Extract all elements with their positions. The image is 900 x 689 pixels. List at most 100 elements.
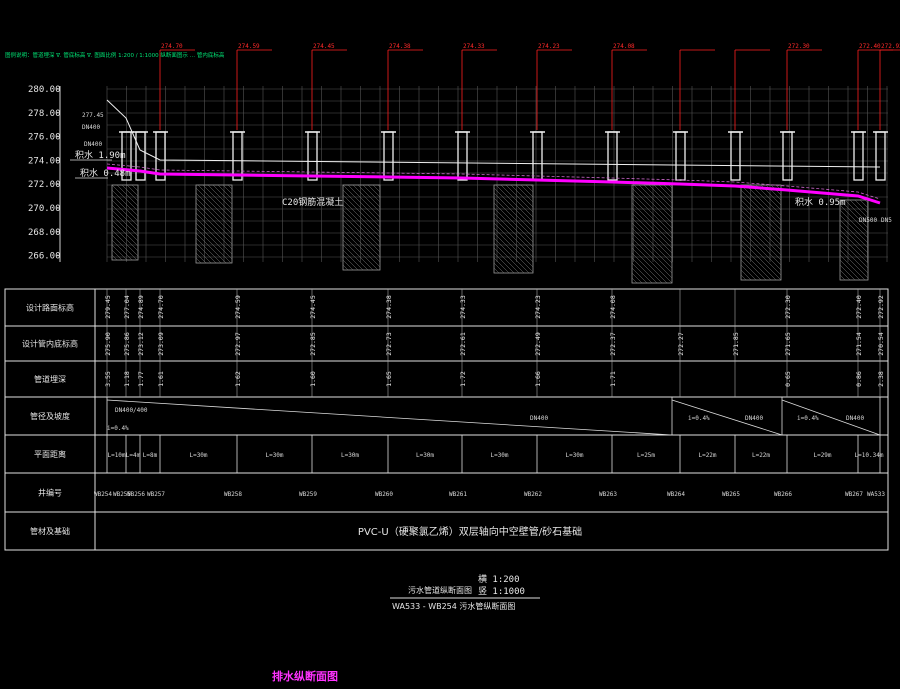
invert-elevation-value: 270.54 <box>877 332 885 356</box>
soil-hatch-line <box>342 224 381 263</box>
soil-hatch-line <box>520 184 534 198</box>
soil-hatch-line <box>638 184 673 219</box>
soil-hatch-line <box>212 184 233 205</box>
pipe-depth-value: 3.55 <box>104 371 112 387</box>
manhole-id-label: WB266 <box>774 491 792 498</box>
ground-elevation-value: 274.38 <box>385 295 393 319</box>
soil-hatch-line <box>342 209 381 248</box>
soil-hatch-line <box>342 244 369 271</box>
soil-hatch-line <box>111 254 118 261</box>
soil-hatch-line <box>631 272 643 284</box>
ground-elevation-value: 274.89 <box>137 295 145 319</box>
invert-elevation-value: 275.90 <box>104 332 112 356</box>
ground-elevation-value: 277.04 <box>123 295 131 319</box>
soil-hatch-line <box>631 232 673 274</box>
manhole-id-label: WB259 <box>299 491 317 498</box>
ground-elevation-value: 272.40 <box>855 295 863 319</box>
table-row-label: 设计管内底标高 <box>22 339 78 349</box>
pipe-depth-value: 1.71 <box>609 371 617 387</box>
distance-label: L=30m <box>265 452 283 459</box>
soil-hatch-line <box>493 267 500 274</box>
distance-label: L=29m <box>813 452 831 459</box>
red-elevation-label: 272.30 <box>788 43 810 50</box>
y-axis-tick-label: 268.00 <box>28 228 61 238</box>
soil-hatch-line <box>222 184 233 195</box>
manhole-id-label: WB260 <box>375 491 393 498</box>
manhole-id-label: WB257 <box>147 491 165 498</box>
soil-hatch-line <box>342 229 381 268</box>
y-axis-tick-label: 278.00 <box>28 109 61 119</box>
soil-hatch-line <box>111 224 139 252</box>
soil-hatch-line <box>631 242 673 284</box>
soil-hatch-line <box>342 194 381 233</box>
soil-hatch-line <box>357 184 381 208</box>
pipe-crown-line <box>106 163 881 200</box>
water-level-annotation-1: 积水 1.90m <box>75 149 126 161</box>
soil-hatch-line <box>195 257 202 264</box>
soil-hatch-line <box>111 249 123 261</box>
invert-elevation-value: 272.27 <box>677 332 685 356</box>
invert-elevation-value: 272.97 <box>234 332 242 356</box>
soil-hatch-line <box>631 187 673 229</box>
pipe-slope-label: i=0.4% <box>797 415 819 422</box>
soil-hatch-line <box>493 227 534 268</box>
red-elevation-label: 274.08 <box>613 43 635 50</box>
invert-elevation-value: 273.12 <box>137 332 145 356</box>
y-axis-tick-label: 266.00 <box>28 252 61 262</box>
profile-drawing: 图例说明：管道埋深 ∇. 管底标高 ∇. 图面比例 1:200 / 1:1000… <box>4 43 900 683</box>
soil-hatch-line <box>510 184 534 208</box>
soil-hatch-line <box>839 269 851 281</box>
soil-hatch-line <box>854 199 869 214</box>
manhole-id-label: WA533 <box>867 491 885 498</box>
soil-hatch-line <box>195 232 227 264</box>
soil-hatch-line <box>663 184 673 194</box>
pipe-size-label: DN400 <box>846 415 864 422</box>
soil-hatch-line <box>111 189 139 217</box>
dn-label: DN400 <box>82 124 100 131</box>
red-elevation-label: 274.70 <box>161 43 183 50</box>
soil-hatch-line <box>493 197 534 238</box>
invert-elevation-value: 271.54 <box>855 332 863 356</box>
soil-hatch-line <box>740 229 782 271</box>
red-elevation-label: 274.59 <box>238 43 260 50</box>
y-axis-tick-label: 270.00 <box>28 204 61 214</box>
distance-label: L=30m <box>490 452 508 459</box>
soil-hatch-line <box>839 254 866 281</box>
soil-hatch-line <box>493 242 525 274</box>
soil-hatch-line <box>195 237 222 264</box>
soil-hatch-line <box>342 264 349 271</box>
soil-hatch-line <box>740 269 752 281</box>
drawing-title: 污水管道纵断面图 <box>408 585 472 595</box>
soil-hatch-line <box>111 194 139 222</box>
soil-hatch-line <box>631 227 673 269</box>
soil-hatch-line <box>342 259 354 271</box>
pipe-depth-value: 1.18 <box>123 371 131 387</box>
soil-hatch-line <box>740 244 777 281</box>
pipe-size-label: DN400/400 <box>115 407 148 414</box>
pipe-slope-label: i=0.4% <box>107 425 129 432</box>
soil-hatch-line <box>493 237 530 274</box>
c20-annotation: C20钢筋混凝土 <box>282 196 343 208</box>
soil-hatch-line <box>195 242 217 264</box>
invert-elevation-value: 272.61 <box>459 332 467 356</box>
table-row-label: 平面距离 <box>34 449 66 459</box>
soil-hatch-line <box>493 232 534 273</box>
soil-hatch-line <box>631 237 673 279</box>
soil-hatch-line <box>740 219 782 261</box>
soil-hatch-line <box>367 184 381 198</box>
soil-hatch-line <box>653 184 673 204</box>
soil-hatch-line <box>631 277 638 284</box>
soil-hatch-line <box>658 184 673 199</box>
soil-hatch-line <box>495 184 534 223</box>
soil-hatch-line <box>740 259 762 281</box>
distance-label: L=22m <box>752 452 770 459</box>
pipe-depth-value: 1.66 <box>534 371 542 387</box>
soil-hatch-line <box>111 234 138 261</box>
manhole-id-label: WB258 <box>224 491 242 498</box>
ground-elevation-value: 272.92 <box>877 295 885 319</box>
soil-hatch-line <box>631 207 673 249</box>
soil-hatch-line <box>111 229 139 257</box>
table-row-label: 管材及基础 <box>30 526 70 536</box>
soil-hatch-line <box>493 217 534 258</box>
scale-horizontal: 横 1:200 <box>478 573 520 585</box>
